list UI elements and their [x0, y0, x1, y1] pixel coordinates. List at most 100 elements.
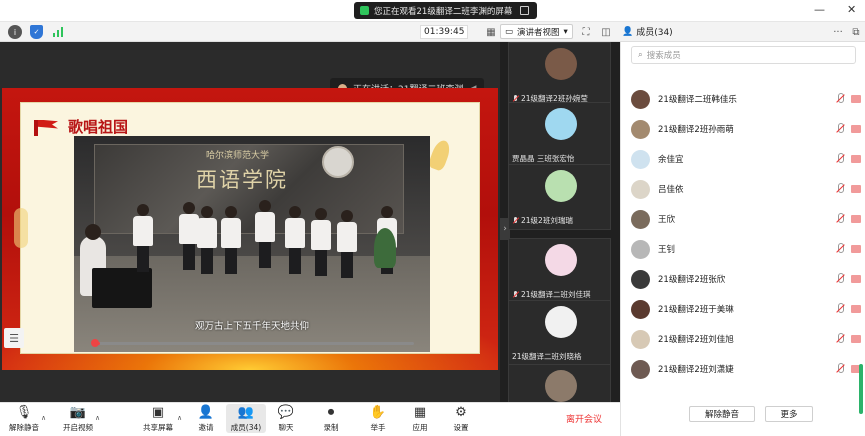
participant-row[interactable]: 21级翻译2班刘潇婕 — [621, 356, 861, 382]
participant-row[interactable]: 21级翻译2班刘佳旭 — [621, 326, 861, 352]
participant-row[interactable]: 王钊 — [621, 236, 861, 262]
grid-icon[interactable]: ▦ — [486, 26, 496, 38]
gallery-tile-label: 21级翻译二班刘佳琪 — [521, 290, 591, 299]
video-options-caret[interactable]: ∧ — [95, 414, 100, 422]
camera-off-icon[interactable] — [851, 305, 861, 313]
mic-muted-icon[interactable] — [835, 243, 845, 254]
participant-name: 吕佳依 — [658, 185, 684, 195]
view-mode-icon: ▭ — [505, 26, 514, 37]
toolbar-settings-button[interactable]: ⚙ 设置 — [441, 404, 481, 433]
settings-icon: ⚙ — [455, 405, 467, 420]
camera-off-icon[interactable] — [851, 215, 861, 223]
signal-icon[interactable] — [52, 26, 64, 38]
leave-meeting-button[interactable]: 离开会议 — [566, 412, 602, 425]
participant-row[interactable]: 21级翻译2班孙雨萌 — [621, 116, 861, 142]
gallery-tile[interactable]: 贾晶晶 三班张宏怡 — [508, 102, 611, 168]
share-screen-icon: ▣ — [151, 405, 165, 420]
mic-muted-icon[interactable] — [835, 333, 845, 344]
toolbar-button-label: 成员(34) — [230, 423, 262, 432]
plant — [374, 228, 396, 268]
toolbar-members-button[interactable]: 👥 成员(34) — [226, 404, 266, 433]
fullscreen-toggle-icon[interactable] — [520, 6, 530, 15]
gallery-tile[interactable]: 21级翻译2班孙婉莹 — [508, 42, 611, 108]
info-icon[interactable]: i — [8, 25, 22, 39]
singer — [254, 200, 276, 270]
mic-muted-icon[interactable] — [835, 303, 845, 314]
more-icon[interactable]: ··· — [832, 26, 844, 38]
share-status-text: 您正在观看21级翻译二班李渊的屏幕 — [374, 6, 513, 17]
participant-row[interactable]: 21级翻译2班张欣 — [621, 266, 861, 292]
toolbar-button-label: 解除静音 — [9, 423, 39, 432]
toolbar-mic-muted-button[interactable]: 🎙 解除静音 — [4, 404, 44, 433]
camera-off-icon[interactable] — [851, 185, 861, 193]
mic-muted-icon[interactable] — [835, 213, 845, 224]
participant-row[interactable]: 21级翻译2班于美琳 — [621, 296, 861, 322]
fullscreen-icon[interactable]: ⛶ — [580, 26, 592, 38]
mic-muted-icon[interactable] — [835, 123, 845, 134]
camera-off-icon[interactable] — [851, 155, 861, 163]
slide-menu-button[interactable]: ☰ — [4, 328, 24, 348]
toolbar-camera-off-button[interactable]: 📷 开启视频 — [58, 404, 98, 433]
embedded-video[interactable]: 哈尔滨师范大学 西语学院 观万古上下五千年天地共仰 — [74, 136, 430, 352]
video-progress-bar[interactable] — [94, 342, 414, 345]
camera-off-icon[interactable] — [851, 275, 861, 283]
mic-muted-icon[interactable] — [835, 273, 845, 284]
share-options-caret[interactable]: ∧ — [177, 414, 182, 422]
toolbar-button-label: 聊天 — [278, 423, 294, 432]
member-count-label: 成员(34) — [636, 28, 673, 38]
popout-icon[interactable]: ⧉ — [850, 26, 862, 38]
mic-muted-icon[interactable] — [835, 363, 845, 374]
member-search-input[interactable]: ⌕ 搜索成员 — [631, 46, 856, 64]
sidebar-toggle-icon[interactable]: ◫ — [600, 26, 612, 38]
toolbar-button-label: 共享屏幕 — [143, 423, 173, 432]
toolbar-button-label: 设置 — [453, 423, 469, 432]
toolbar-raise-hand-button[interactable]: ✋ 举手 — [358, 404, 398, 433]
shield-icon[interactable]: ✓ — [30, 25, 43, 39]
shared-slide: 歌唱祖国 哈尔滨师范大学 西语学院 观万古上下五千年天地共仰 — [2, 88, 498, 370]
camera-off-icon[interactable] — [851, 335, 861, 343]
slide-heading: 歌唱祖国 — [32, 116, 128, 137]
toolbar-invite-button[interactable]: 👤 邀请 — [186, 404, 226, 433]
gallery-tile[interactable]: 21级2班刘瑞瑞 — [508, 164, 611, 230]
camera-off-icon[interactable] — [851, 95, 861, 103]
gallery-tile[interactable]: 21级翻译二班刘晓格 — [508, 300, 611, 366]
video-scrubber-handle[interactable] — [91, 339, 99, 347]
participant-row[interactable]: 吕佳依 — [621, 176, 861, 202]
flag-icon — [32, 118, 62, 136]
participant-avatar — [631, 150, 650, 169]
mic-muted-icon[interactable] — [835, 153, 845, 164]
piano — [92, 268, 152, 308]
view-mode-select[interactable]: ▭ 演讲者视图 ▾ — [500, 24, 573, 39]
participants-scrollbar[interactable] — [859, 364, 863, 414]
share-status-pill[interactable]: 您正在观看21级翻译二班李渊的屏幕 — [354, 2, 538, 19]
toolbar-apps-button[interactable]: ▦ 应用 — [400, 404, 440, 433]
mic-muted-icon[interactable] — [835, 93, 845, 104]
mic-options-caret[interactable]: ∧ — [41, 414, 46, 422]
toolbar-chat-button[interactable]: 💬 聊天 — [266, 404, 306, 433]
participant-avatar — [631, 330, 650, 349]
gallery-tile-label: 贾晶晶 三班张宏怡 — [512, 154, 575, 163]
toolbar-share-screen-button[interactable]: ▣ 共享屏幕 — [138, 404, 178, 433]
minimize-button[interactable]: — — [814, 3, 825, 16]
participant-name: 余佳宜 — [658, 155, 684, 165]
participant-name: 21级翻译2班于美琳 — [658, 305, 734, 315]
chevron-down-icon: ▾ — [563, 26, 568, 37]
toolbar-button-label: 邀请 — [198, 423, 214, 432]
singer — [284, 206, 306, 276]
participant-row[interactable]: 余佳宜 — [621, 146, 861, 172]
mic-muted-icon[interactable] — [835, 183, 845, 194]
dept-name: 西语学院 — [196, 168, 288, 192]
close-button[interactable]: ✕ — [847, 3, 856, 16]
gallery-tile[interactable]: 21级翻译二班刘佳琪 — [508, 238, 611, 304]
mic-muted-icon: 🎙 — [15, 405, 33, 420]
participant-row[interactable]: 王欣 — [621, 206, 861, 232]
toolbar-record-button[interactable]: ⏺ 录制 — [311, 404, 351, 433]
participant-row[interactable]: 21级翻译二班韩佳乐 — [621, 86, 861, 112]
participant-avatar — [545, 370, 577, 402]
search-icon: ⌕ — [638, 50, 643, 60]
gallery-tile-name: 21级2班刘瑞瑞 — [512, 215, 573, 226]
camera-off-icon[interactable] — [851, 125, 861, 133]
more-actions-button[interactable]: 更多 — [765, 406, 813, 422]
camera-off-icon[interactable] — [851, 245, 861, 253]
unmute-all-button[interactable]: 解除静音 — [689, 406, 755, 422]
